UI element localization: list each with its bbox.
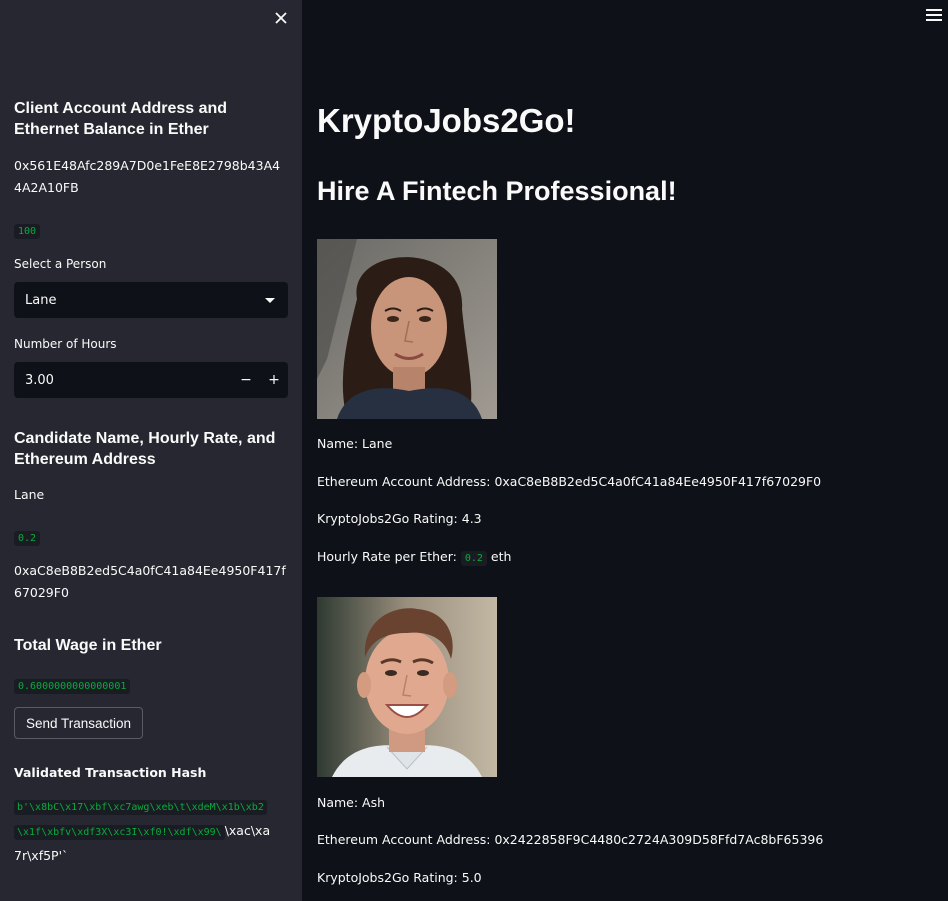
balance-value: 100: [14, 224, 41, 239]
hash-heading: Validated Transaction Hash: [14, 765, 207, 780]
hamburger-icon-bar: [926, 19, 942, 21]
hours-stepper[interactable]: 3.00 − +: [14, 362, 288, 398]
account-address: 0x561E48Afc289A7D0e1FeE8E2798b43A44A2A10…: [14, 158, 281, 195]
candidate-address: 0xaC8eB8B2ed5C4a0fC41a84Ee4950F417f67029…: [14, 563, 286, 600]
page-subtitle: Hire A Fintech Professional!: [317, 176, 677, 206]
hash-line-2: \x1f\xbfv\xdf3X\xc3I\xf0!\xdf\x99\: [14, 825, 225, 840]
candidate-1-address: Ethereum Account Address: 0xaC8eB8B2ed5C…: [317, 474, 822, 489]
sidebar: Client Account Address and Ethernet Bala…: [0, 0, 302, 901]
candidate-rate-row: 0.2: [14, 526, 41, 546]
candidate-photo-ash: [317, 597, 497, 777]
wage-row: 0.6000000000000001: [14, 674, 131, 694]
candidate-2-name: Name: Ash: [317, 795, 386, 810]
hours-label: Number of Hours: [14, 337, 117, 351]
hamburger-icon-bar: [926, 14, 942, 16]
close-icon: [275, 12, 287, 24]
candidate-1-rate: Hourly Rate per Ether: 0.2 eth: [317, 549, 512, 566]
hash-line-2-tail: \xac\xa: [224, 823, 271, 838]
rate-prefix: Hourly Rate per Ether:: [317, 549, 457, 564]
hamburger-icon: [926, 9, 942, 11]
candidate-photo-lane: [317, 239, 497, 419]
wage-heading: Total Wage in Ether: [14, 637, 162, 654]
main-content: KryptoJobs2Go! Hire A Fintech Profession…: [302, 0, 948, 901]
candidate-2-address: Ethereum Account Address: 0x2422858F9C44…: [317, 832, 824, 847]
balance-row: 100: [14, 219, 41, 239]
hash-line-3: 7r\xf5P'`: [14, 848, 69, 863]
rate-suffix: eth: [490, 549, 512, 564]
hours-increment-button[interactable]: +: [260, 362, 288, 398]
person-select[interactable]: Lane: [14, 282, 288, 318]
candidate-1-rating: KryptoJobs2Go Rating: 4.3: [317, 511, 482, 526]
transaction-hash: b'\x8bC\x17\xbf\xc7awg\xeb\t\xdeM\x1b\xb…: [14, 796, 288, 869]
candidate-1-name: Name: Lane: [317, 436, 393, 451]
candidate-name: Lane: [14, 487, 45, 502]
wage-value: 0.6000000000000001: [14, 679, 131, 694]
candidate-2-rating: KryptoJobs2Go Rating: 5.0: [317, 870, 482, 885]
hours-decrement-button[interactable]: −: [232, 362, 260, 398]
hash-line-1: b'\x8bC\x17\xbf\xc7awg\xeb\t\xdeM\x1b\xb…: [14, 800, 267, 815]
candidate-rate: 0.2: [14, 531, 41, 546]
page-title: KryptoJobs2Go!: [317, 102, 576, 139]
menu-button[interactable]: [926, 9, 942, 23]
select-person-label: Select a Person: [14, 257, 107, 271]
chevron-down-icon: [265, 297, 275, 303]
send-transaction-button[interactable]: Send Transaction: [14, 707, 144, 739]
candidate-heading: Candidate Name, Hourly Rate, and Ethereu…: [14, 430, 276, 468]
close-sidebar-button[interactable]: [270, 7, 292, 29]
rate-value: 0.2: [460, 551, 487, 566]
hours-input[interactable]: 3.00: [14, 373, 232, 388]
person-select-value: Lane: [25, 292, 57, 308]
account-heading: Client Account Address and Ethernet Bala…: [14, 100, 228, 138]
